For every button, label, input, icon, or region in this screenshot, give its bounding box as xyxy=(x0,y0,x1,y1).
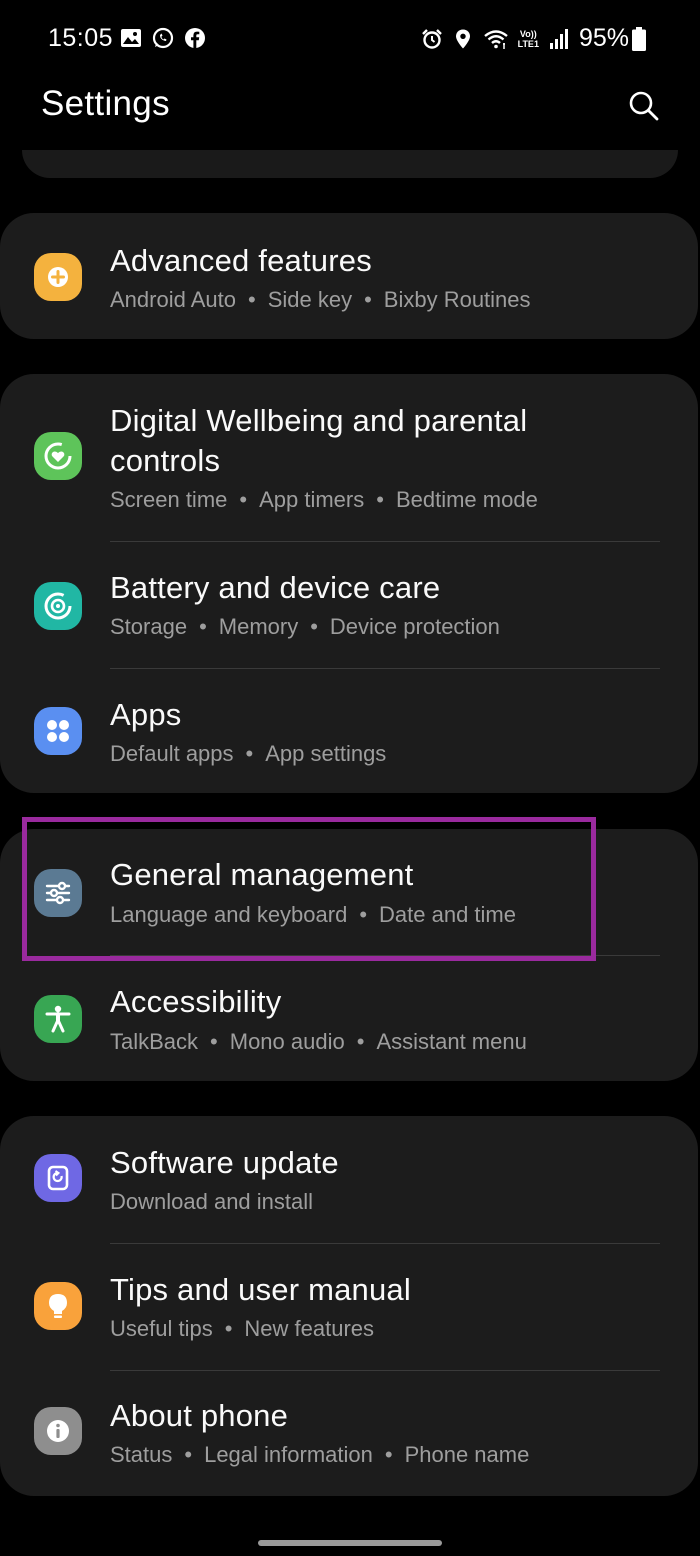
battery-percent: 95% xyxy=(578,24,629,52)
item-subtitle: Screen time • App timers • Bedtime mode xyxy=(110,485,538,515)
subtitle-separator: • xyxy=(184,1442,193,1467)
item-subtitle: Download and install xyxy=(110,1187,313,1217)
lte-label: LTE1 xyxy=(517,38,539,49)
subtitle-part: Legal information xyxy=(204,1442,373,1467)
settings-item-apps[interactable]: Apps Default apps • App settings xyxy=(0,669,698,793)
item-subtitle: Useful tips • New features xyxy=(110,1314,374,1344)
item-subtitle: Default apps • App settings xyxy=(110,739,386,769)
status-bar: 15:05 Vo)) LTE1 95% xyxy=(0,0,700,80)
subtitle-part: Download and install xyxy=(110,1189,314,1214)
subtitle-part: Bedtime mode xyxy=(395,487,538,512)
item-title: Advanced features xyxy=(110,243,372,278)
subtitle-separator: • xyxy=(247,287,256,312)
settings-item-tips-user-manual[interactable]: Tips and user manual Useful tips • New fea… xyxy=(0,1244,698,1370)
subtitle-separator: • xyxy=(376,487,384,512)
settings-item-software-update[interactable]: Software update Download and install xyxy=(0,1116,698,1243)
signal-icon xyxy=(549,28,568,49)
settings-item-about-phone[interactable]: About phone Status • Legal information • Pho… xyxy=(0,1371,698,1496)
item-title: Apps xyxy=(110,697,182,732)
search-button[interactable] xyxy=(624,86,664,126)
settings-item-battery-device-care[interactable]: Battery and device care Storage • Memory • D… xyxy=(0,542,698,668)
subtitle-part: Device protection xyxy=(329,614,500,639)
accessibility-person-icon xyxy=(34,995,82,1043)
puzzle-plus-icon xyxy=(34,253,82,301)
item-subtitle: Android Auto • Side key • Bixby Routines xyxy=(110,285,531,315)
alarm-icon xyxy=(421,28,442,49)
card-about: Software update Download and install Tip… xyxy=(0,1116,698,1496)
subtitle-separator: • xyxy=(310,614,318,639)
subtitle-separator: • xyxy=(199,614,207,639)
subtitle-separator: • xyxy=(224,1316,233,1341)
subtitle-part: Storage xyxy=(110,614,188,639)
subtitle-part: New features xyxy=(244,1316,375,1341)
item-title: Accessibility xyxy=(110,984,282,1019)
subtitle-part: Assistant menu xyxy=(376,1029,527,1054)
subtitle-part: Default apps xyxy=(110,741,234,766)
item-title: About phone xyxy=(110,1398,289,1433)
subtitle-separator: • xyxy=(245,741,254,766)
item-title: Battery and device care xyxy=(110,570,441,605)
info-icon xyxy=(34,1407,82,1455)
item-subtitle: Storage • Memory • Device protection xyxy=(110,612,500,642)
settings-item-advanced-features[interactable]: Advanced features Android Auto • Side key •… xyxy=(0,213,698,339)
subtitle-separator: • xyxy=(364,287,372,312)
status-time: 15:05 xyxy=(48,24,114,52)
navigation-gesture-handle[interactable] xyxy=(258,1540,442,1546)
subtitle-separator: • xyxy=(384,1442,393,1467)
wifi-icon xyxy=(483,29,508,49)
subtitle-separator: • xyxy=(356,1029,365,1054)
system-status-icons: Vo)) LTE1 95% xyxy=(421,24,646,53)
settings-item-accessibility[interactable]: Accessibility TalkBack • Mono audio • Assist… xyxy=(0,956,698,1081)
subtitle-part: Android Auto xyxy=(110,287,236,312)
volte-label: Vo)) xyxy=(519,28,537,39)
subtitle-part: TalkBack xyxy=(110,1029,199,1054)
battery-icon xyxy=(632,26,646,51)
item-title: Tips and user manual xyxy=(110,1272,411,1307)
lightbulb-icon xyxy=(34,1282,82,1330)
page-title: Settings xyxy=(41,84,170,123)
whatsapp-icon xyxy=(152,27,174,49)
item-subtitle: Status • Legal information • Phone name xyxy=(110,1440,529,1470)
subtitle-separator: • xyxy=(210,1029,218,1054)
subtitle-part: App settings xyxy=(265,741,387,766)
subtitle-part: Useful tips xyxy=(110,1316,213,1341)
previous-settings-card xyxy=(22,150,678,178)
subtitle-part: Screen time xyxy=(110,487,228,512)
notification-icons xyxy=(120,27,206,49)
apps-grid-icon xyxy=(34,707,82,755)
subtitle-separator: • xyxy=(239,487,248,512)
wellbeing-heart-icon xyxy=(34,432,82,480)
subtitle-part: Bixby Routines xyxy=(383,287,531,312)
highlight-box xyxy=(22,817,596,961)
subtitle-part: Memory xyxy=(218,614,299,639)
subtitle-part: Phone name xyxy=(404,1442,530,1467)
device-care-icon xyxy=(34,582,82,630)
facebook-icon xyxy=(185,28,205,48)
item-title-line1: Digital Wellbeing and parental xyxy=(110,403,528,438)
subtitle-part: Mono audio xyxy=(229,1029,345,1054)
item-subtitle: TalkBack • Mono audio • Assistant menu xyxy=(110,1027,527,1057)
gallery-icon xyxy=(121,29,141,47)
subtitle-part: App timers xyxy=(259,487,365,512)
card-advanced: Advanced features Android Auto • Side key •… xyxy=(0,213,698,339)
subtitle-part: Status xyxy=(110,1442,173,1467)
item-title: Software update xyxy=(110,1145,339,1180)
settings-item-digital-wellbeing[interactable]: Digital Wellbeing and parental controls … xyxy=(0,374,698,541)
subtitle-part: Side key xyxy=(267,287,353,312)
software-update-icon xyxy=(34,1154,82,1202)
volte-lte-icon: Vo)) LTE1 xyxy=(518,29,539,49)
card-device: Digital Wellbeing and parental controls … xyxy=(0,374,698,793)
location-icon xyxy=(455,29,470,48)
item-title-line2: controls xyxy=(110,443,221,478)
search-icon xyxy=(629,91,659,121)
